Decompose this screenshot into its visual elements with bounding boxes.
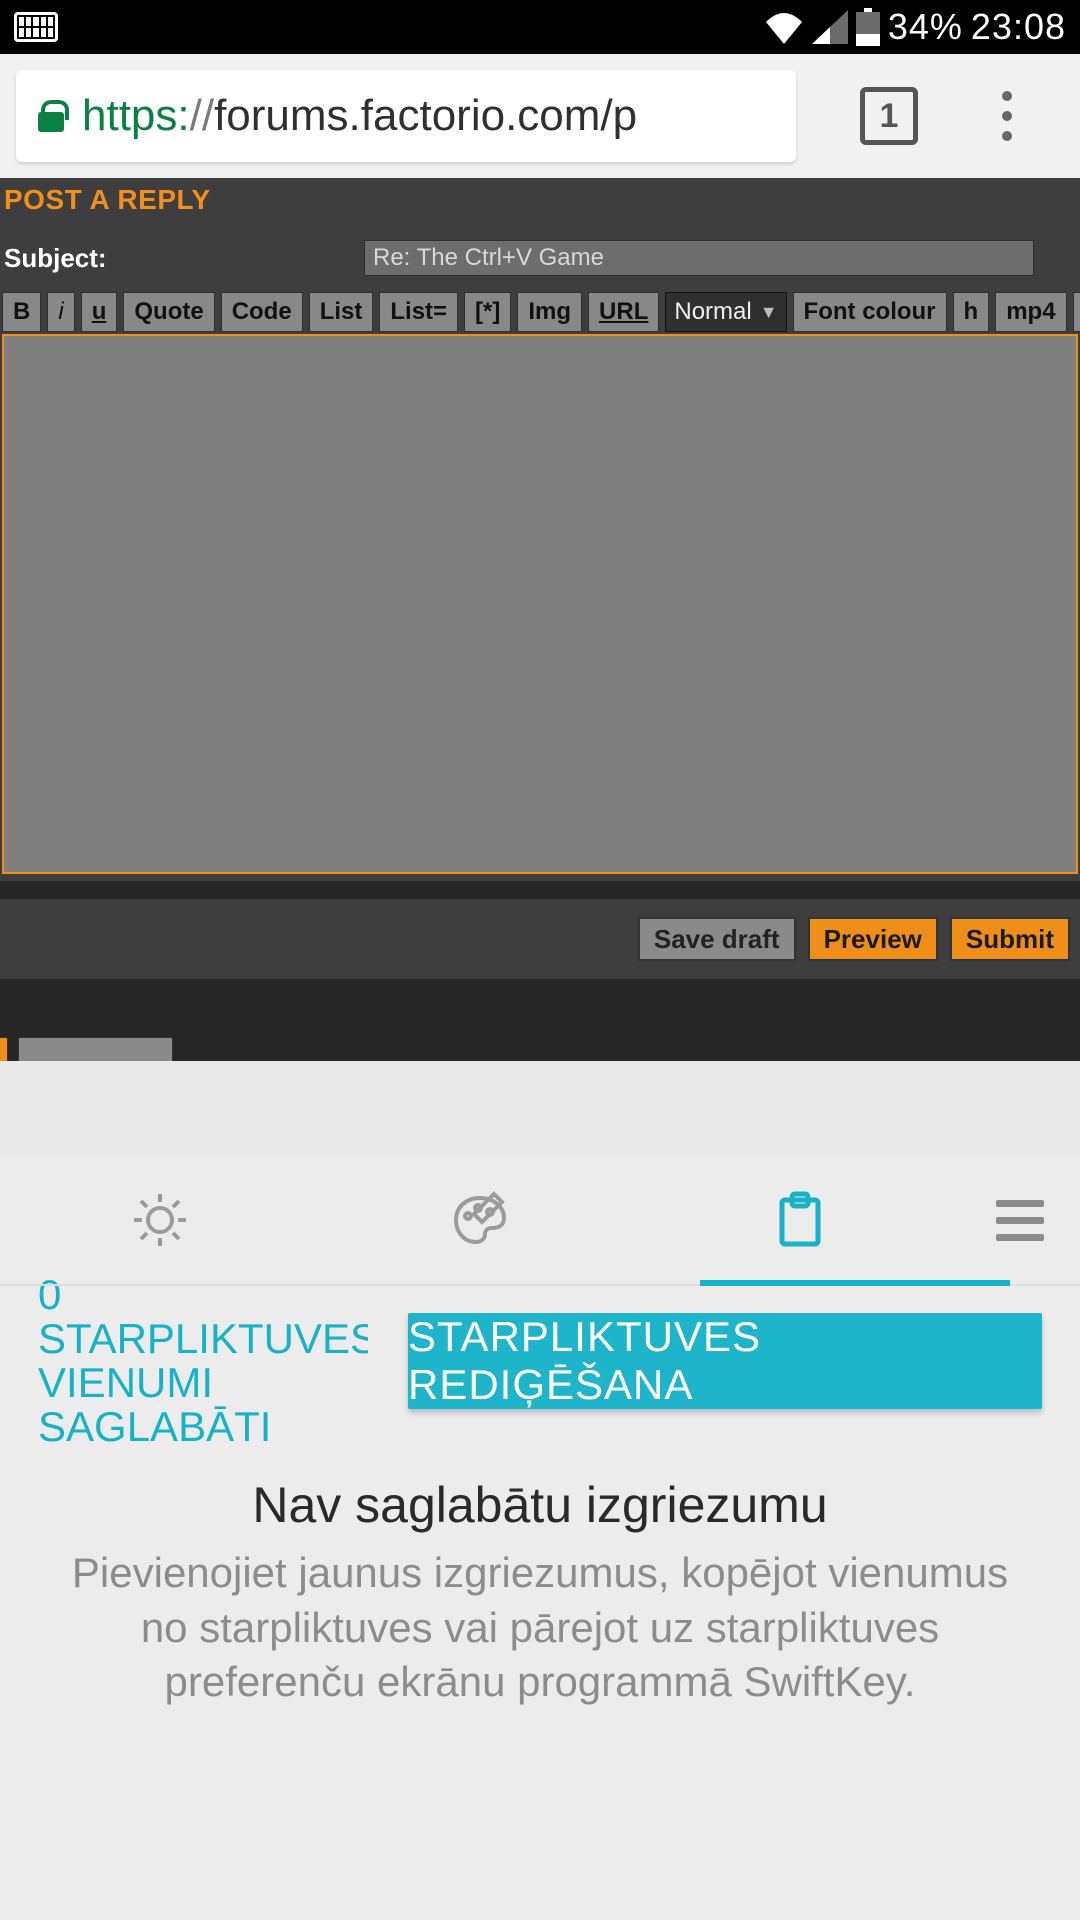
ordered-list-button[interactable]: List= (379, 292, 458, 332)
kb-tab-themes[interactable] (320, 1188, 640, 1252)
clipboard-count-label: 0 STARPLIKTUVES VIENUMI SAGLABĀTI (38, 1273, 368, 1449)
address-bar[interactable]: https: // forums.factorio.com/p (16, 70, 796, 162)
action-row: Save draft Preview Submit (0, 899, 1080, 979)
browser-toolbar: https: // forums.factorio.com/p 1 (0, 54, 1080, 178)
lower-tab-stubs (0, 1037, 1080, 1061)
font-size-select[interactable]: Normal▼ (665, 292, 786, 332)
h-button[interactable]: h (953, 292, 990, 332)
kb-active-indicator (700, 1280, 1010, 1286)
keyboard-panel: 0 STARPLIKTUVES VIENUMI SAGLABĀTI STARPL… (0, 1156, 1080, 1920)
wifi-icon (764, 10, 804, 44)
font-colour-button[interactable]: Font colour (793, 292, 947, 332)
bold-button[interactable]: B (2, 292, 41, 332)
battery-icon (856, 8, 880, 46)
keyboard-top-tabs (0, 1156, 1080, 1286)
tab-stub-active[interactable] (0, 1037, 8, 1061)
battery-percent: 34% (888, 6, 963, 48)
tab-switcher-button[interactable]: 1 (860, 87, 918, 145)
subject-row: Subject: (0, 230, 1080, 288)
clock-time: 23:08 (971, 6, 1066, 48)
tab-stub[interactable] (18, 1037, 173, 1061)
clipboard-empty-heading: Nav saglabātu izgriezumu (60, 1476, 1020, 1534)
subject-label: Subject: (4, 243, 364, 274)
clipboard-edit-button[interactable]: STARPLIKTUVES REDIĢĒŠANA (408, 1313, 1042, 1409)
kb-tab-clipboard[interactable] (640, 1188, 960, 1252)
italic-button[interactable]: i (47, 292, 74, 332)
url-protocol: https: (82, 91, 190, 141)
submit-button[interactable]: Submit (950, 917, 1070, 961)
mp4-button[interactable]: mp4 (995, 292, 1066, 332)
cell-signal-icon (812, 10, 848, 44)
preview-button[interactable]: Preview (808, 917, 938, 961)
palette-icon (448, 1188, 512, 1252)
underline-button[interactable]: u (81, 292, 118, 332)
clipboard-icon (768, 1188, 832, 1252)
reply-header: POST A REPLY (0, 178, 1080, 230)
save-draft-button[interactable]: Save draft (638, 917, 796, 961)
status-bar: 34% 23:08 (0, 0, 1080, 54)
kb-tab-more[interactable] (960, 1200, 1080, 1241)
gear-icon (128, 1188, 192, 1252)
message-textarea[interactable] (2, 334, 1078, 874)
lock-icon (38, 100, 64, 132)
subject-input[interactable] (364, 240, 1034, 276)
spoiler-button[interactable]: spoiler (1073, 292, 1080, 332)
code-button[interactable]: Code (221, 292, 303, 332)
quote-button[interactable]: Quote (123, 292, 214, 332)
url-host-path: forums.factorio.com/p (214, 91, 637, 141)
kb-tab-settings[interactable] (0, 1188, 320, 1252)
list-button[interactable]: List (309, 292, 374, 332)
browser-menu-button[interactable] (982, 91, 1032, 141)
list-item-button[interactable]: [*] (464, 292, 511, 332)
bbcode-toolbar: B i u Quote Code List List= [*] Img URL … (0, 288, 1080, 332)
url-separator: // (190, 91, 214, 141)
reply-title: POST A REPLY (4, 182, 1076, 222)
img-button[interactable]: Img (517, 292, 582, 332)
keyboard-notification-icon (14, 12, 58, 42)
url-button[interactable]: URL (588, 292, 659, 332)
chevron-down-icon: ▼ (760, 302, 778, 323)
hamburger-icon (996, 1200, 1044, 1241)
tab-count: 1 (880, 97, 899, 136)
clipboard-empty-text: Pievienojiet jaunus izgriezumus, kopējot… (60, 1546, 1020, 1710)
